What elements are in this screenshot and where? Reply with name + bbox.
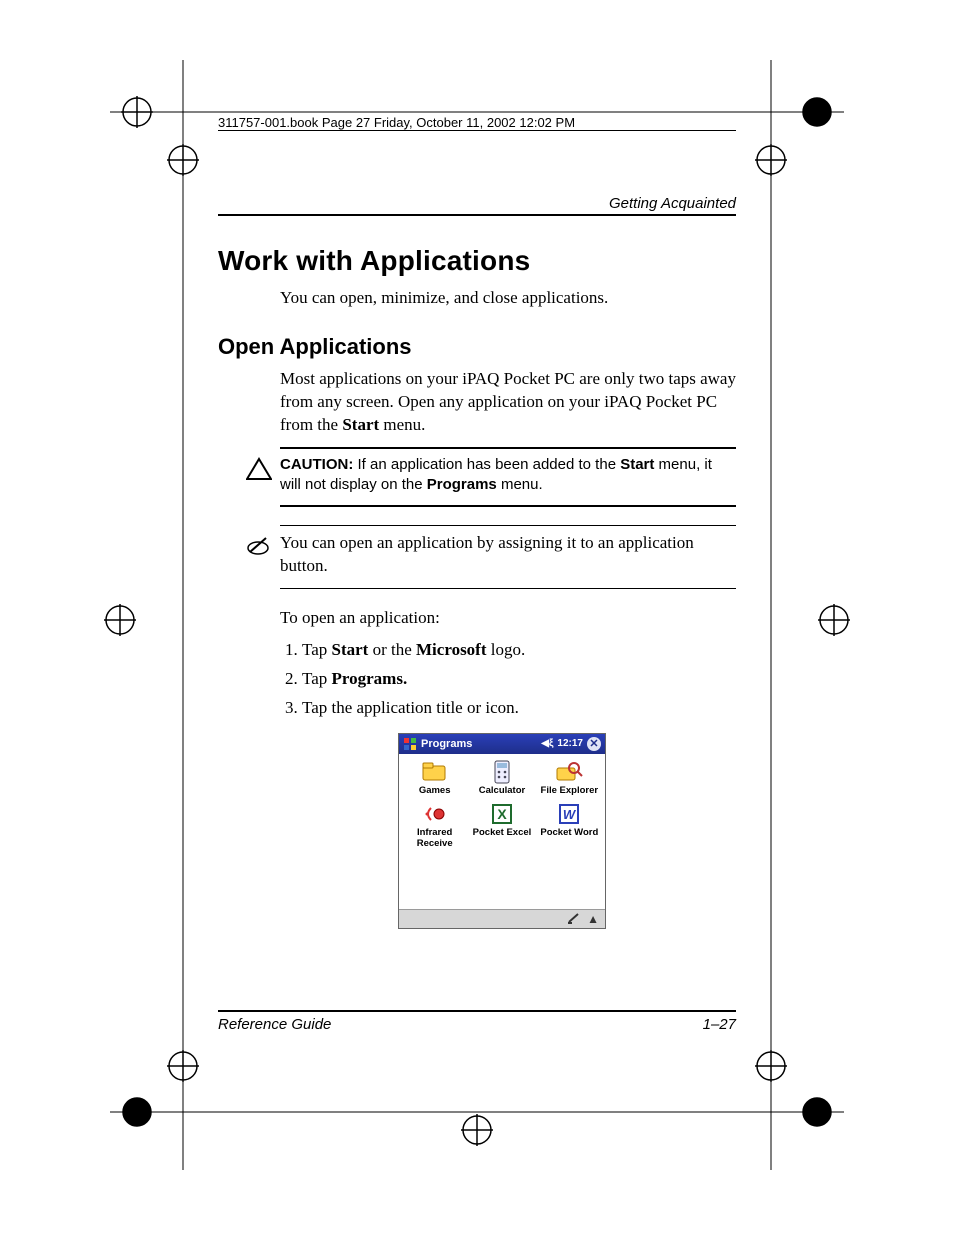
sip-pencil-icon [567,912,581,927]
app-label: File Explorer [541,785,599,796]
app-games: Games [403,760,466,796]
device-screenshot: Programs ◀ξ 12:17 ✕ Games Calculator [398,733,736,929]
bold-start: Start [342,415,379,434]
windows-logo-icon [403,737,417,751]
excel-icon: X [488,802,516,826]
speaker-icon: ◀ξ [541,738,553,749]
text: menu. [379,415,425,434]
close-icon: ✕ [587,737,601,751]
svg-text:W: W [563,807,577,822]
heading-h2: Open Applications [218,334,736,360]
note-block: You can open an application by assigning… [280,532,736,578]
text: If an application has been added to the [353,456,620,473]
app-file-explorer: File Explorer [538,760,601,796]
intro-paragraph: You can open, minimize, and close applic… [280,287,736,310]
app-label: Infrared Receive [417,827,453,848]
app-label: Calculator [479,785,525,796]
note-text: You can open an application by assigning… [280,533,694,575]
footer-right: 1–27 [703,1016,736,1033]
to-open-lead: To open an application: [280,607,736,630]
programs-grid: Games Calculator File Explorer Infrared … [399,754,605,909]
footer-left: Reference Guide [218,1016,331,1033]
magnifier-folder-icon [555,760,583,784]
word-icon: W [555,802,583,826]
caution-triangle-icon [246,457,272,487]
device-clock: 12:17 [557,738,583,749]
app-label: Games [419,785,451,796]
calculator-icon [488,760,516,784]
step-1: Tap Start or the Microsoft logo. [302,636,736,665]
book-page-header: 311757-001.book Page 27 Friday, October … [218,115,736,131]
open-apps-paragraph: Most applications on your iPAQ Pocket PC… [280,368,736,437]
caution-block: CAUTION: If an application has been adde… [280,455,736,496]
text: or the [368,640,416,659]
app-pocket-word: W Pocket Word [538,802,601,849]
caution-label: CAUTION: [280,456,353,473]
app-infrared-receive: Infrared Receive [403,802,466,849]
running-head: Getting Acquainted [609,195,736,212]
caution-rule-top [280,447,736,449]
device-title: Programs [421,738,472,750]
app-pocket-excel: X Pocket Excel [470,802,533,849]
app-label: Pocket Excel [473,827,532,838]
infrared-icon [421,802,449,826]
bold: Start [332,640,369,659]
bold: Programs [427,476,497,493]
bold: Start [620,456,654,473]
step-3: Tap the application title or icon. [302,694,736,723]
text: Tap [302,669,332,688]
footer-rule [218,1010,736,1012]
steps-list: Tap Start or the Microsoft logo. Tap Pro… [280,636,736,723]
folder-icon [421,760,449,784]
pencil-note-icon [244,534,272,563]
text: menu. [497,476,543,493]
app-label: Pocket Word [540,827,598,838]
app-calculator: Calculator [470,760,533,796]
svg-text:X: X [497,806,507,822]
up-arrow-icon: ▲ [587,912,599,926]
step-2: Tap Programs. [302,665,736,694]
caution-rule-bottom [280,505,736,507]
device-bottombar: ▲ [399,909,605,928]
text: logo. [487,640,526,659]
note-rule-bottom [280,588,736,589]
bold: Programs. [332,669,408,688]
bold: Microsoft [416,640,487,659]
header-rule [218,214,736,216]
book-header-text: 311757-001.book Page 27 Friday, October … [218,115,575,130]
heading-h1: Work with Applications [218,245,736,277]
text: Tap [302,640,332,659]
note-rule-top [280,525,736,526]
device-titlebar: Programs ◀ξ 12:17 ✕ [399,734,605,754]
